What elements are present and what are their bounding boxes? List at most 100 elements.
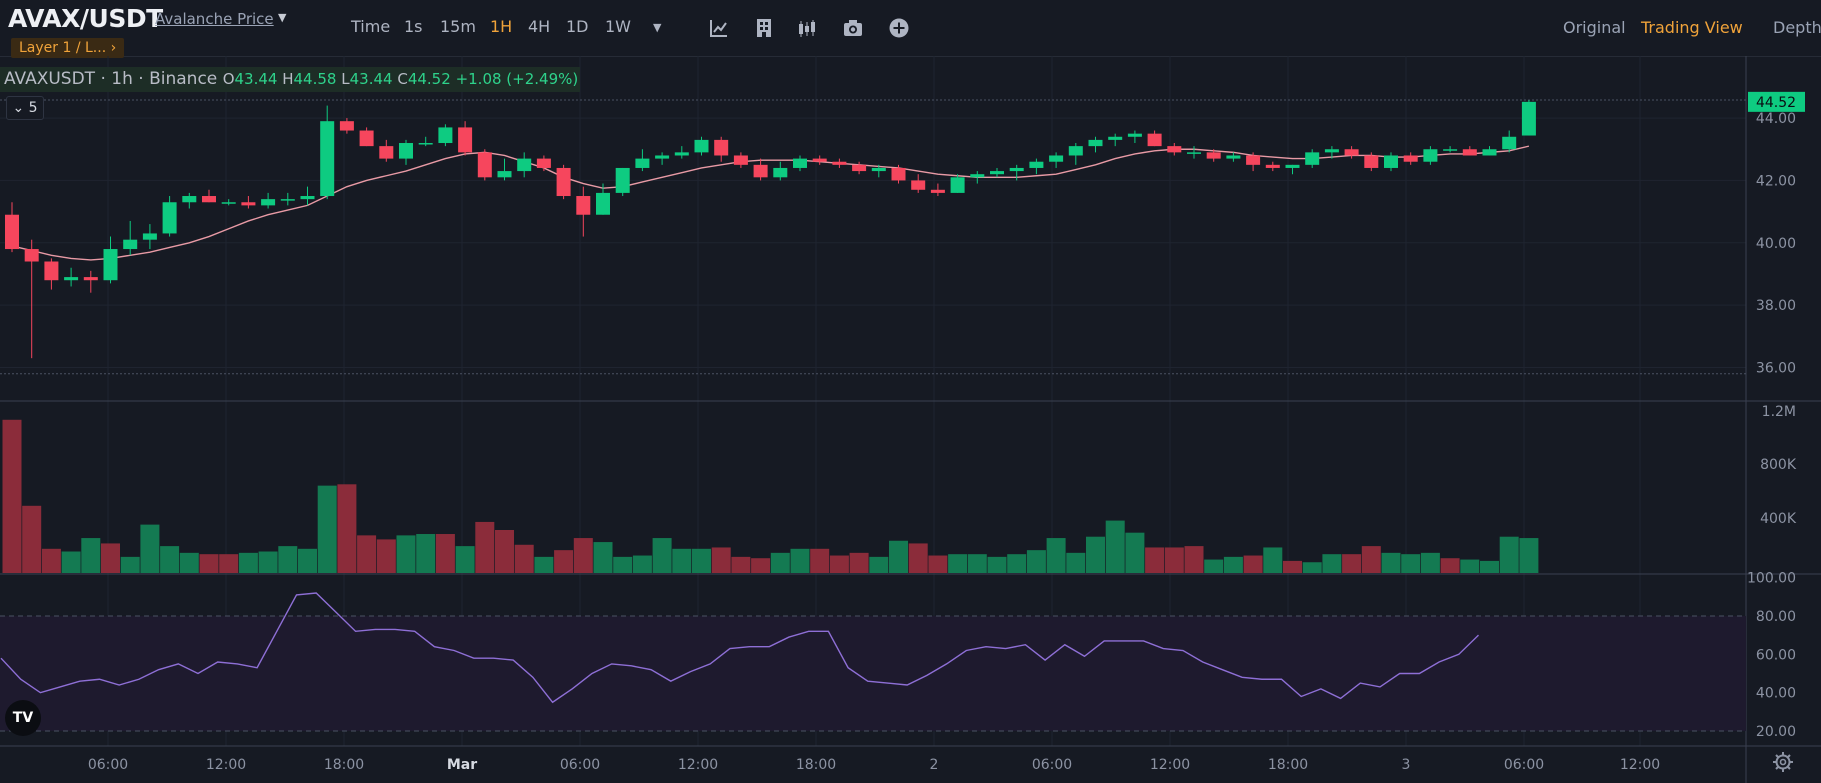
view-original[interactable]: Original [1563,18,1626,37]
candle[interactable] [930,189,945,193]
candle[interactable] [1265,164,1280,168]
candle[interactable] [1324,149,1339,153]
candle[interactable] [399,143,413,159]
candle[interactable] [1068,146,1083,156]
timeframe-4h[interactable]: 4H [528,17,550,36]
candle[interactable] [1127,133,1142,137]
candle[interactable] [1285,164,1300,168]
candle[interactable] [1364,155,1379,168]
candle[interactable] [556,167,571,197]
timeframe-time[interactable]: Time [351,17,390,36]
candle[interactable] [123,239,138,250]
view-trading-view[interactable]: Trading View [1641,18,1743,37]
candle[interactable] [891,167,906,181]
candle[interactable] [852,164,867,172]
template-icon[interactable] [753,17,775,39]
candle[interactable] [497,171,512,178]
candle[interactable] [596,192,610,215]
candle[interactable] [1226,155,1241,159]
candle[interactable] [793,158,807,168]
candle[interactable] [162,202,177,234]
view-depth[interactable]: Depth [1773,18,1821,37]
candle[interactable] [970,174,985,178]
timeframe-1h[interactable]: 1H [490,17,512,36]
candle[interactable] [615,167,630,193]
candle[interactable] [1049,155,1064,162]
candle[interactable] [714,139,729,156]
candle[interactable] [280,199,295,201]
chart-area[interactable]: 44.00 42.00 40.00 38.00 36.00 44.52 1.2M 800K 40… [0,56,1821,783]
candle[interactable] [1147,133,1162,147]
candle[interactable] [44,261,59,281]
candle[interactable] [1344,149,1359,156]
candle[interactable] [1088,139,1103,147]
candle[interactable] [103,249,118,281]
candle[interactable] [1108,136,1123,140]
candle[interactable] [812,158,827,162]
candle[interactable] [379,146,394,159]
indicator-icon[interactable] [708,17,730,39]
candle[interactable] [635,158,650,168]
candle[interactable] [142,233,157,240]
candle-style-icon[interactable] [796,17,818,39]
candle[interactable] [202,196,216,203]
candle[interactable] [773,167,788,178]
candle[interactable] [871,167,886,172]
timeframe-1w[interactable]: 1W [605,17,631,36]
price-link[interactable]: Avalanche Price [155,10,274,28]
candle[interactable] [221,202,236,204]
candle[interactable] [911,180,926,190]
candle[interactable] [359,130,374,147]
candle[interactable] [241,202,256,206]
category-tag[interactable]: Layer 1 / L... › [11,38,125,58]
candle[interactable] [261,199,276,206]
candle[interactable] [1384,155,1398,168]
candle[interactable] [300,196,315,200]
candle[interactable] [1521,101,1536,136]
candle[interactable] [832,161,847,165]
candle[interactable] [694,139,709,153]
candle[interactable] [1423,149,1438,162]
gear-icon[interactable] [1772,751,1794,773]
candle[interactable] [536,158,551,168]
candle[interactable] [320,121,335,197]
candle[interactable] [1305,152,1320,165]
candle[interactable] [83,277,98,281]
candle[interactable] [576,196,591,215]
candle[interactable] [1482,149,1497,156]
candle[interactable] [1009,167,1024,172]
candle[interactable] [182,196,197,203]
timeframe-1d[interactable]: 1D [566,17,589,36]
chevron-down-icon[interactable]: ▼ [278,11,286,24]
candle[interactable] [1502,136,1517,150]
candle[interactable] [655,155,670,159]
timeframe-15m[interactable]: 15m [440,17,476,36]
candle[interactable] [1187,152,1201,154]
candle[interactable] [24,249,39,262]
candle[interactable] [1206,152,1221,159]
candle[interactable] [458,127,473,153]
candle[interactable] [1029,161,1044,168]
candle[interactable] [753,164,768,178]
candle[interactable] [1462,149,1477,156]
candle[interactable] [339,121,354,131]
candle[interactable] [477,152,492,178]
candle[interactable] [1443,149,1458,151]
candle[interactable] [517,158,532,172]
add-circle-icon[interactable] [888,17,910,39]
indicator-collapse-button[interactable]: ⌄ 5 [6,96,44,120]
candle[interactable] [1167,146,1182,153]
candle[interactable] [438,127,453,144]
tradingview-logo-icon[interactable]: TV [5,700,41,736]
candle[interactable] [990,171,1004,175]
candle[interactable] [1246,155,1261,165]
candle[interactable] [64,277,79,281]
camera-icon[interactable] [842,17,864,39]
candle[interactable] [733,155,748,165]
candle[interactable] [1403,155,1418,162]
candle[interactable] [950,177,965,193]
candle[interactable] [674,152,689,156]
timeframe-more-chevron-icon[interactable]: ▼ [653,21,661,34]
timeframe-1s[interactable]: 1s [404,17,423,36]
candle[interactable] [5,214,19,250]
